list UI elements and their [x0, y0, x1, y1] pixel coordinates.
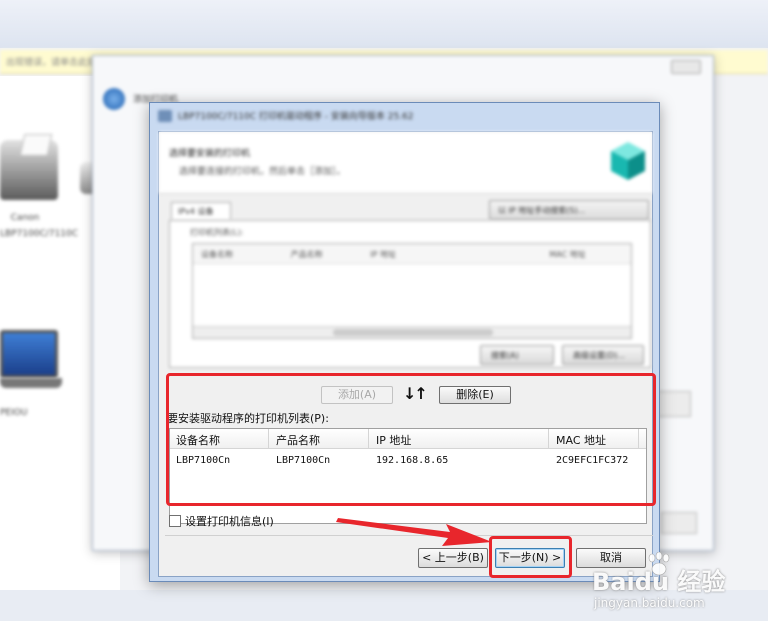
- printer-icon[interactable]: [0, 134, 58, 200]
- back-arrow-icon[interactable]: [103, 88, 125, 110]
- highlight-box-list: [166, 373, 656, 506]
- settings-checkbox-label: 设置打印机信息(I): [185, 515, 274, 528]
- side-button[interactable]: [661, 512, 697, 534]
- app-icon: [158, 110, 172, 122]
- highlight-box-next: [489, 536, 572, 578]
- laptop-label: PEIOU: [0, 408, 28, 418]
- column-header[interactable]: 设备名称: [193, 244, 283, 263]
- horizontal-scrollbar[interactable]: [193, 326, 631, 338]
- explorer-toolbar: [0, 0, 768, 48]
- tab-ipv4[interactable]: IPv4 设备: [171, 202, 231, 220]
- settings-checkbox[interactable]: [169, 515, 181, 527]
- manual-search-button[interactable]: 以 IP 地址手动搜索(S)...: [489, 200, 649, 220]
- dialog-title-text: LBP7100C/7110C 打印机驱动程序 - 安装向导版本 25.62: [178, 112, 414, 122]
- baidu-watermark: Baidu 经验 jingyan.baidu.com: [590, 552, 768, 618]
- device-panel: 打印机列表(L): 设备名称 产品名称 IP 地址 MAC 地址 搜索(A) 高…: [169, 220, 651, 368]
- close-button[interactable]: [671, 60, 701, 74]
- watermark-url: jingyan.baidu.com: [594, 596, 705, 610]
- printer-list-header: 设备名称 产品名称 IP 地址 MAC 地址: [193, 244, 631, 264]
- pointer-arrow-icon: [336, 518, 492, 546]
- dialog-title: LBP7100C/7110C 打印机驱动程序 - 安装向导版本 25.62: [158, 109, 413, 127]
- header-subtitle: 选择要连接的打印机，然后单击［添加］。: [179, 167, 346, 177]
- laptop-base-icon: [0, 378, 62, 388]
- printer-list[interactable]: 设备名称 产品名称 IP 地址 MAC 地址: [192, 243, 632, 339]
- back-button[interactable]: < 上一步(B): [418, 548, 488, 568]
- search-button[interactable]: 搜索(A): [480, 345, 554, 365]
- printer-label: Canon LBP7100C/7110C: [0, 213, 79, 239]
- laptop-icon[interactable]: [0, 330, 58, 378]
- header-title: 选择要安装的打印机: [169, 149, 251, 159]
- column-header[interactable]: MAC 地址: [541, 244, 631, 263]
- watermark-brand: Baidu 经验: [592, 568, 726, 596]
- side-button[interactable]: [655, 391, 691, 417]
- printer-list-label: 打印机列表(L):: [190, 228, 244, 237]
- advanced-settings-button[interactable]: 高级设置(D)...: [562, 345, 644, 365]
- cube-icon: [611, 142, 645, 180]
- wizard-header: 选择要安装的打印机 选择要连接的打印机，然后单击［添加］。: [159, 132, 652, 194]
- column-header[interactable]: 产品名称: [283, 244, 363, 263]
- column-header[interactable]: IP 地址: [362, 244, 541, 263]
